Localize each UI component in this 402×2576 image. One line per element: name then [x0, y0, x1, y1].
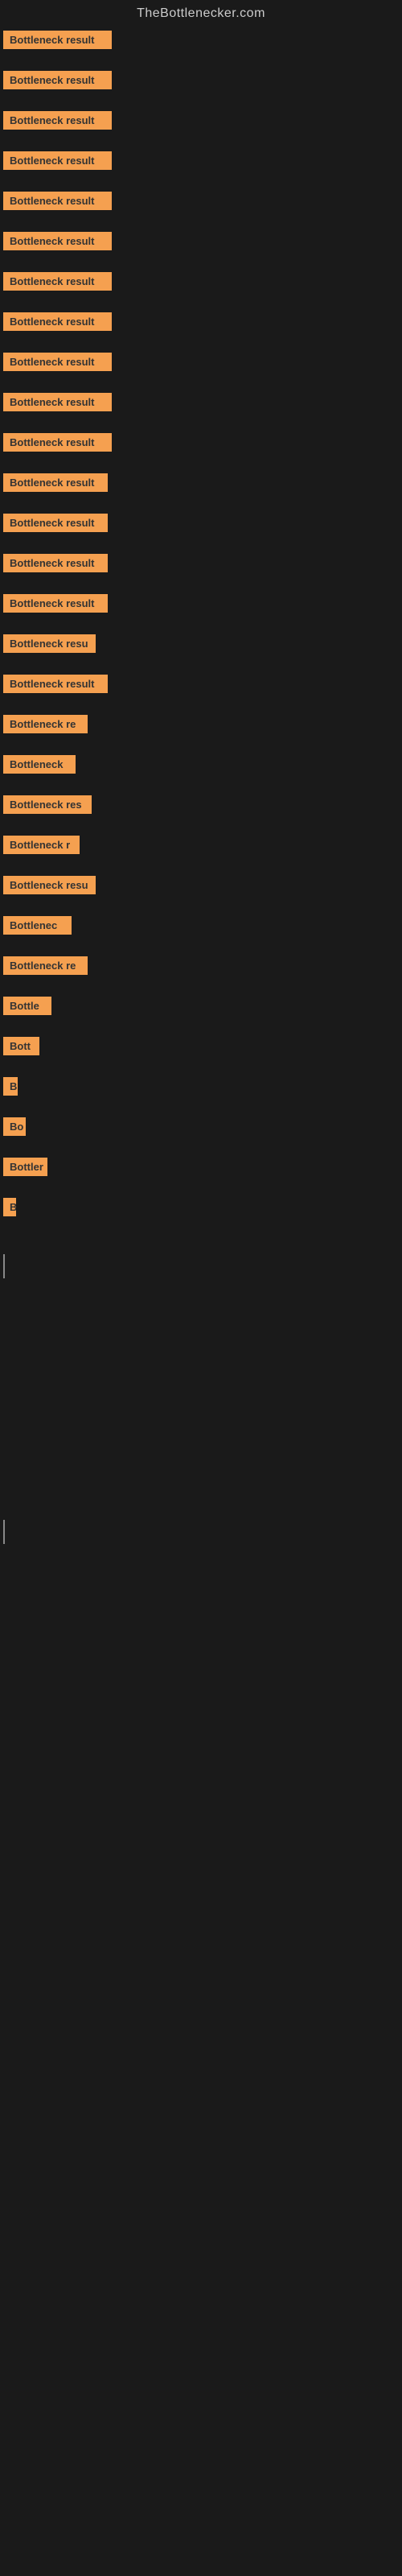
- list-item: Bottleneck r: [0, 836, 402, 873]
- list-item: Bottleneck result: [0, 272, 402, 309]
- bottleneck-result-bar: Bottleneck result: [3, 594, 108, 613]
- bottleneck-result-bar: Bottleneck result: [3, 393, 112, 411]
- bottleneck-result-bar: Bottleneck re: [3, 956, 88, 975]
- list-item: Bottle: [0, 997, 402, 1034]
- list-item: Bottleneck result: [0, 232, 402, 269]
- list-item: Bottleneck result: [0, 111, 402, 148]
- list-item: Bottleneck result: [0, 31, 402, 68]
- bottleneck-result-bar: Bottleneck result: [3, 111, 112, 130]
- bottleneck-result-bar: Bo: [3, 1117, 26, 1136]
- bottleneck-result-bar: Bottleneck result: [3, 31, 112, 49]
- bottleneck-result-bar: Bottle: [3, 997, 51, 1015]
- list-item: Bottleneck result: [0, 71, 402, 108]
- bottleneck-result-bar: Bottlenec: [3, 916, 72, 935]
- list-item: Bottlenec: [0, 916, 402, 953]
- cursor-indicator-2: [3, 1520, 5, 1544]
- list-item: Bottleneck result: [0, 353, 402, 390]
- bottleneck-result-bar: Bottleneck: [3, 755, 76, 774]
- list-item: Bottleneck resu: [0, 876, 402, 913]
- list-item: Bottleneck result: [0, 594, 402, 631]
- bottleneck-result-bar: Bottleneck result: [3, 312, 112, 331]
- list-item: Bott: [0, 1037, 402, 1074]
- list-item: Bottleneck resu: [0, 634, 402, 671]
- list-item: Bottleneck re: [0, 956, 402, 993]
- bottleneck-result-bar: B: [3, 1077, 18, 1096]
- bottleneck-result-bar: Bottleneck resu: [3, 876, 96, 894]
- list-item: Bo: [0, 1117, 402, 1154]
- list-item: B: [0, 1077, 402, 1114]
- site-title: TheBottlenecker.com: [0, 0, 402, 31]
- bottleneck-result-bar: Bottleneck result: [3, 272, 112, 291]
- bottleneck-result-bar: Bottleneck result: [3, 514, 108, 532]
- bottleneck-result-bar: Bottleneck result: [3, 192, 112, 210]
- bottleneck-result-bar: Bottleneck result: [3, 232, 112, 250]
- list-item: Bottleneck result: [0, 192, 402, 229]
- cursor-indicator: [3, 1254, 5, 1278]
- bottleneck-result-bar: Bottleneck re: [3, 715, 88, 733]
- bottleneck-result-bar: Bottleneck result: [3, 433, 112, 452]
- list-item: Bottleneck re: [0, 715, 402, 752]
- bottleneck-result-bar: Bott: [3, 1037, 39, 1055]
- list-item: Bottleneck result: [0, 514, 402, 551]
- bottleneck-result-bar: Bottler: [3, 1158, 47, 1176]
- bottleneck-result-bar: Bottleneck result: [3, 71, 112, 89]
- bottleneck-result-bar: Bottleneck resu: [3, 634, 96, 653]
- list-item: Bottleneck result: [0, 151, 402, 188]
- bottleneck-result-bar: B: [3, 1198, 16, 1216]
- list-item: Bottler: [0, 1158, 402, 1195]
- bottleneck-result-bar: Bottleneck res: [3, 795, 92, 814]
- bottleneck-result-bar: Bottleneck result: [3, 353, 112, 371]
- list-item: Bottleneck result: [0, 312, 402, 349]
- list-item: Bottleneck res: [0, 795, 402, 832]
- bottleneck-result-bar: Bottleneck result: [3, 554, 108, 572]
- list-item: Bottleneck: [0, 755, 402, 792]
- list-item: Bottleneck result: [0, 675, 402, 712]
- list-item: Bottleneck result: [0, 393, 402, 430]
- bottleneck-result-bar: Bottleneck result: [3, 473, 108, 492]
- list-item: B: [0, 1198, 402, 1235]
- bottleneck-result-bar: Bottleneck result: [3, 675, 108, 693]
- list-item: Bottleneck result: [0, 433, 402, 470]
- list-item: Bottleneck result: [0, 554, 402, 591]
- bars-container: Bottleneck result Bottleneck result Bottle…: [0, 31, 402, 1235]
- list-item: Bottleneck result: [0, 473, 402, 510]
- bottleneck-result-bar: Bottleneck result: [3, 151, 112, 170]
- bottleneck-result-bar: Bottleneck r: [3, 836, 80, 854]
